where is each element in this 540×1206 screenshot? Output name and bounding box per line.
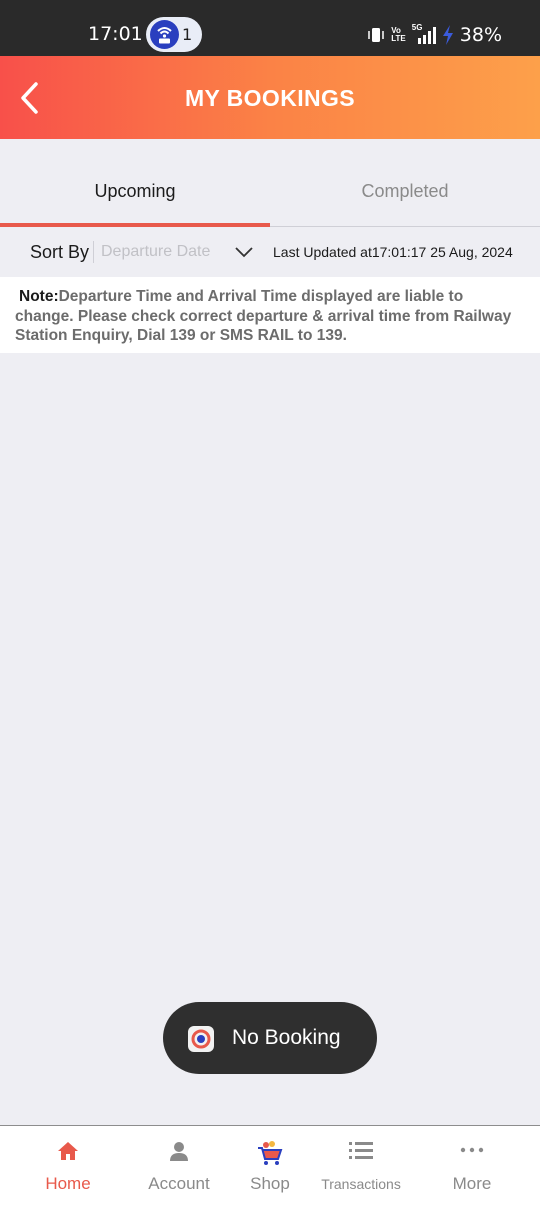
tab-upcoming[interactable]: Upcoming: [0, 139, 270, 227]
nav-home[interactable]: Home: [18, 1126, 118, 1206]
signal-icon: 5G: [412, 24, 436, 44]
chevron-down-icon[interactable]: [234, 245, 254, 259]
list-icon: [349, 1142, 373, 1159]
shopping-cart-icon: [258, 1141, 283, 1165]
nav-home-label: Home: [45, 1174, 91, 1193]
toast-text: No Booking: [232, 1026, 341, 1049]
nav-account-label: Account: [148, 1174, 210, 1193]
user-icon: [170, 1142, 188, 1161]
page-title: MY BOOKINGS: [184, 85, 356, 111]
status-time: 17:01: [88, 23, 143, 45]
status-icons: Vo LTE 5G 38%: [367, 24, 502, 46]
last-updated-text: Last Updated at17:01:17 25 Aug, 2024: [273, 244, 513, 260]
hotspot-icon: [150, 20, 179, 49]
nav-account[interactable]: Account: [129, 1126, 229, 1206]
nav-transactions-label: Transactions: [321, 1176, 401, 1192]
sort-divider: [93, 241, 94, 263]
note-text: Departure Time and Arrival Time displaye…: [15, 288, 512, 344]
toast-message: No Booking: [163, 1002, 377, 1074]
hotspot-indicator: 1: [146, 17, 202, 52]
vibrate-icon: [368, 28, 384, 42]
tab-completed[interactable]: Completed: [270, 139, 540, 227]
more-dots-icon: [460, 1147, 484, 1153]
sort-by-label: Sort By: [30, 242, 90, 262]
nav-shop[interactable]: Shop: [230, 1126, 310, 1206]
nav-more-label: More: [452, 1174, 492, 1193]
bottom-navigation: Home Account Shop Transactions More: [0, 1125, 540, 1206]
note-banner: Note:Departure Time and Arrival Time dis…: [0, 277, 540, 353]
nav-more[interactable]: More: [422, 1126, 522, 1206]
booking-tabs: Upcoming Completed: [0, 139, 540, 227]
status-bar: 17:01 1 Vo LTE 5G 38%: [0, 0, 540, 56]
home-icon: [58, 1142, 78, 1160]
app-header: MY BOOKINGS: [0, 56, 540, 139]
app-logo-icon: [188, 1026, 214, 1052]
nav-shop-label: Shop: [250, 1174, 290, 1193]
battery-percent: 38%: [459, 24, 502, 46]
note-label: Note:: [19, 288, 59, 305]
charging-icon: [442, 25, 453, 45]
volte-icon: Vo LTE: [391, 26, 406, 43]
hotspot-count: 1: [182, 25, 193, 44]
sort-bar: Sort By Departure Date Last Updated at17…: [0, 227, 540, 277]
nav-transactions[interactable]: Transactions: [311, 1126, 411, 1206]
sort-dropdown[interactable]: Departure Date: [101, 243, 210, 261]
